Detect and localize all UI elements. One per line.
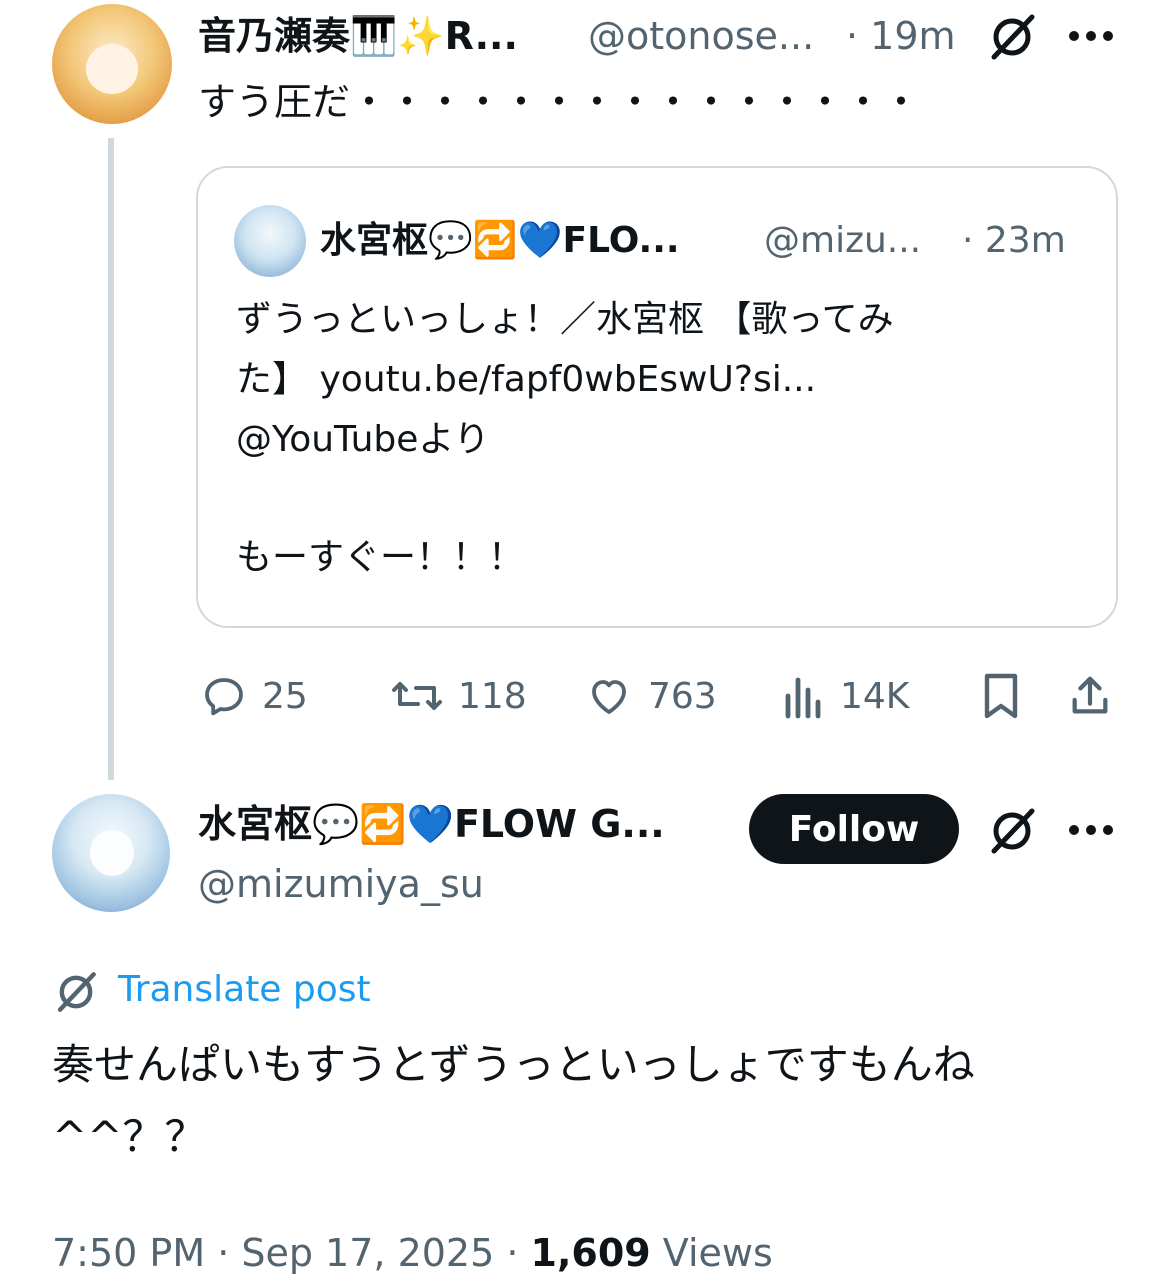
like-button[interactable]: 763 (584, 668, 717, 724)
main-post-text-line-1: 奏せんぱいもすうとずうっといっしょですもんね (52, 1040, 975, 1089)
translate-grok-icon[interactable] (52, 968, 100, 1016)
post-meta: 7:50 PM · Sep 17, 2025 · 1,609 Views (52, 1226, 773, 1280)
repost-count: 118 (458, 675, 527, 717)
post-time[interactable]: · 19m (846, 10, 956, 62)
like-count: 763 (648, 675, 717, 717)
more-icon[interactable] (1066, 812, 1116, 848)
avatar-otonose[interactable] (52, 4, 172, 124)
quote-text-line-3: @YouTubeより (236, 419, 490, 460)
follow-button[interactable]: Follow (749, 794, 959, 864)
quote-avatar (234, 205, 306, 277)
translate-post-link[interactable]: Translate post (118, 964, 371, 1016)
share-button[interactable] (1062, 668, 1118, 724)
repost-button[interactable]: 118 (390, 668, 527, 724)
author-name[interactable]: 音乃瀬奏🎹✨R... (198, 10, 558, 62)
main-author-name[interactable]: 水宮枢💬🔁💙FLOW G... (198, 798, 718, 850)
quote-text-line-2: た】 youtu.be/fapf0wbEswU?si... (236, 359, 817, 400)
reply-button[interactable]: 25 (200, 668, 308, 724)
grok-icon[interactable] (984, 806, 1040, 856)
more-icon[interactable] (1066, 18, 1116, 54)
heart-icon (592, 680, 626, 714)
post-views-count: 1,609 (530, 1231, 651, 1275)
post-text: すう圧だ・・・・・・・・・・・・・・・ (198, 80, 921, 124)
grok-icon[interactable] (984, 12, 1040, 62)
quote-text-line-4: もーすぐー！！！ (236, 537, 525, 578)
quote-author-handle: @mizu... (764, 220, 922, 261)
bookmark-button[interactable] (974, 668, 1028, 724)
reply-icon (205, 678, 243, 716)
views-count: 14K (840, 675, 910, 717)
views-icon (785, 677, 821, 719)
main-author-handle[interactable]: @mizumiya_su (198, 858, 484, 910)
reply-count: 25 (262, 675, 308, 717)
bookmark-icon (984, 673, 1018, 719)
main-post-text-line-2: ^^？？ (52, 1112, 207, 1161)
author-handle[interactable]: @otonose... (588, 10, 838, 62)
repost-icon (392, 682, 442, 710)
post-timestamp[interactable]: 7:50 PM · Sep 17, 2025 · (52, 1231, 531, 1275)
quote-author-name: 水宮枢💬🔁💙FLO... (320, 220, 680, 261)
avatar-mizumiya[interactable] (52, 794, 170, 912)
thread-line (108, 138, 114, 780)
views-button[interactable]: 14K (782, 668, 909, 724)
quote-text-line-1: ずうっといっしょ！／水宮枢 【歌ってみ (236, 299, 894, 340)
quote-time: · 23m (962, 220, 1066, 261)
post-views-label: Views (650, 1231, 773, 1275)
share-icon (1072, 676, 1108, 714)
